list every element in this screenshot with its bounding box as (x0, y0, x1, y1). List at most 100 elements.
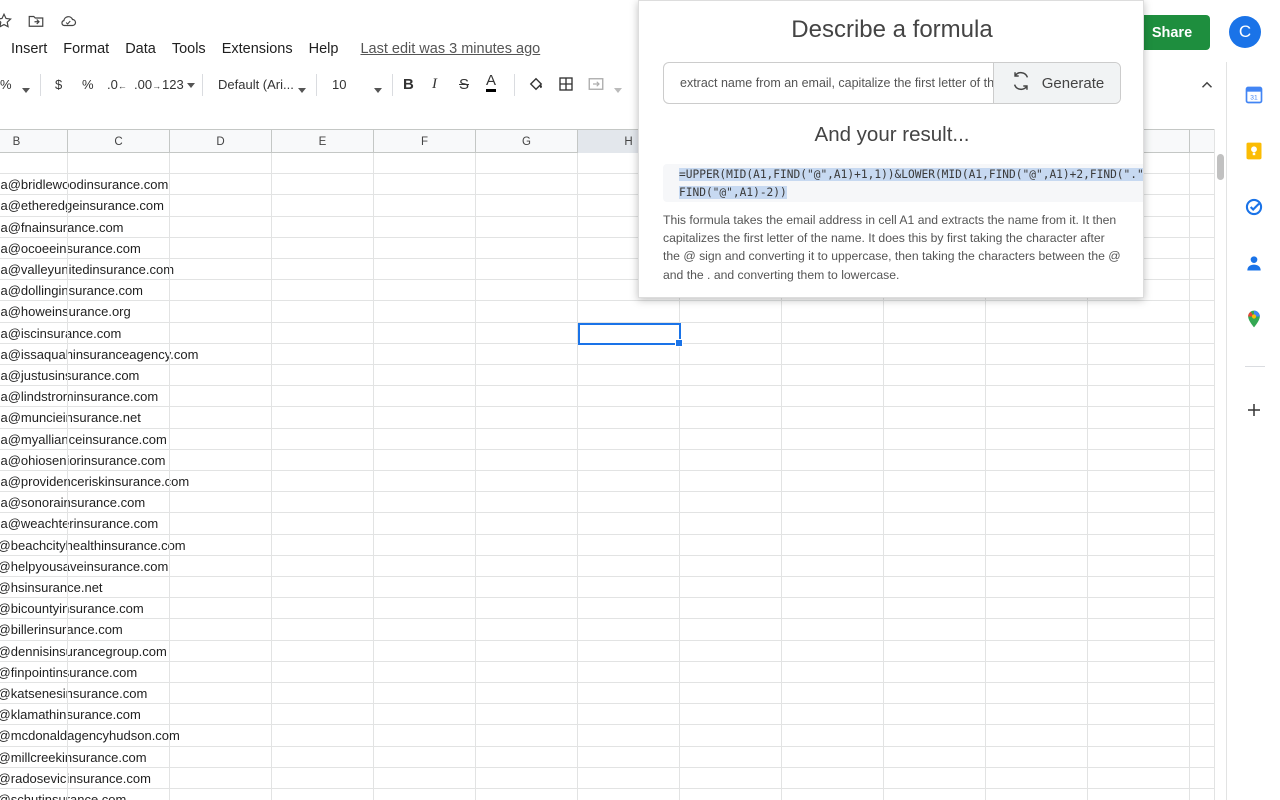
email-cell[interactable]: er@mcdonaldagencyhudson.com (0, 728, 180, 743)
menu-insert[interactable]: Insert (11, 41, 47, 57)
bold-icon[interactable]: B (403, 76, 414, 93)
menu-data[interactable]: Data (125, 41, 156, 57)
table-row[interactable]: er@schutinsurance.com (0, 789, 1214, 800)
table-row[interactable]: er@billerinsurance.com (0, 619, 1214, 641)
email-cell[interactable]: nda@justusinsurance.com (0, 368, 139, 383)
table-row[interactable]: nda@providenceriskinsurance.com (0, 471, 1214, 493)
font-family-dropdown-icon[interactable] (298, 82, 306, 97)
merge-dropdown-icon[interactable] (614, 82, 622, 97)
table-row[interactable]: er@mcdonaldagencyhudson.com (0, 725, 1214, 747)
zoom-dropdown-icon[interactable] (22, 82, 30, 97)
email-cell[interactable]: er@bicountyinsurance.com (0, 601, 144, 616)
email-cell[interactable]: nda@bridlewoodinsurance.com (0, 177, 168, 192)
tasks-icon[interactable] (1243, 196, 1265, 218)
scrollbar-thumb[interactable] (1217, 154, 1224, 180)
table-row[interactable]: nda@issaquahinsuranceagency.com (0, 344, 1214, 365)
email-cell[interactable]: er@hsinsurance.net (0, 580, 103, 595)
table-row[interactable]: nda@justusinsurance.com (0, 365, 1214, 387)
email-cell[interactable]: nda@iscinsurance.com (0, 326, 121, 341)
email-cell[interactable]: nda@etheredgeinsurance.com (0, 198, 164, 213)
email-cell[interactable]: nda@dollinginsurance.com (0, 283, 143, 298)
generate-button[interactable]: Generate (993, 63, 1120, 103)
email-cell[interactable]: er@schutinsurance.com (0, 792, 126, 800)
table-row[interactable]: er@hsinsurance.net (0, 577, 1214, 599)
table-row[interactable]: nda@myallianceinsurance.com (0, 429, 1214, 450)
font-family-select[interactable]: Default (Ari... (218, 77, 294, 92)
borders-icon[interactable] (557, 75, 575, 96)
formula-description-input[interactable] (664, 63, 993, 103)
column-header-c[interactable]: C (68, 130, 170, 153)
email-cell[interactable]: er@katsenesinsurance.com (0, 686, 147, 701)
last-edit-link[interactable]: Last edit was 3 minutes ago (360, 41, 540, 57)
table-row[interactable]: nda@weachterinsurance.com (0, 513, 1214, 535)
email-cell[interactable]: nda@weachterinsurance.com (0, 516, 158, 531)
share-button[interactable]: Share (1134, 15, 1210, 50)
email-cell[interactable]: er@finpointinsurance.com (0, 665, 137, 680)
table-row[interactable]: nda@ohioseniorinsurance.com (0, 450, 1214, 471)
email-cell[interactable]: nda@lindstrominsurance.com (0, 389, 158, 404)
italic-icon[interactable]: I (432, 76, 437, 93)
increase-decimals-button[interactable]: .00→ (134, 77, 161, 92)
table-row[interactable]: er@millcreekinsurance.com (0, 747, 1214, 768)
decrease-decimals-button[interactable]: .0← (107, 77, 127, 92)
collapse-toolbar-icon[interactable] (1198, 76, 1216, 94)
table-row[interactable]: nda@lindstrominsurance.com (0, 386, 1214, 408)
column-header-e[interactable]: E (272, 130, 374, 153)
email-cell[interactable]: er@radosevicinsurance.com (0, 771, 151, 786)
formula-line-2[interactable]: FIND("@",A1)-2)) (679, 185, 787, 199)
email-cell[interactable]: nda@fnainsurance.com (0, 220, 124, 235)
table-row[interactable]: nda@howeinsurance.org (0, 301, 1214, 323)
column-header-b[interactable]: B (0, 130, 68, 153)
table-row[interactable]: er@klamathinsurance.com (0, 704, 1214, 726)
email-cell[interactable]: nda@howeinsurance.org (0, 304, 131, 319)
email-cell[interactable]: er@beachcityhealthinsurance.com (0, 538, 186, 553)
add-icon[interactable] (1243, 399, 1265, 421)
text-color-icon[interactable]: A (486, 73, 497, 92)
font-size-select[interactable]: 10 (332, 77, 346, 92)
email-cell[interactable]: nda@ocoeeinsurance.com (0, 241, 141, 256)
calendar-icon[interactable]: 31 (1243, 84, 1265, 106)
star-icon[interactable] (0, 11, 14, 31)
maps-icon[interactable] (1243, 308, 1265, 330)
strikethrough-icon[interactable]: S (459, 76, 469, 93)
table-row[interactable]: er@beachcityhealthinsurance.com (0, 535, 1214, 556)
zoom-select[interactable]: % (0, 77, 12, 92)
email-cell[interactable]: nda@ohioseniorinsurance.com (0, 453, 165, 468)
menu-format[interactable]: Format (63, 41, 109, 57)
move-to-folder-icon[interactable] (26, 11, 46, 31)
email-cell[interactable]: er@klamathinsurance.com (0, 707, 141, 722)
table-row[interactable]: er@bicountyinsurance.com (0, 598, 1214, 620)
column-header-g[interactable]: G (476, 130, 578, 153)
email-cell[interactable]: nda@valleyunitedinsurance.com (0, 262, 174, 277)
table-row[interactable]: er@dennisinsurancegroup.com (0, 641, 1214, 662)
fill-color-icon[interactable] (527, 75, 545, 96)
email-cell[interactable]: er@billerinsurance.com (0, 622, 123, 637)
table-row[interactable]: er@katsenesinsurance.com (0, 683, 1214, 705)
menu-help[interactable]: Help (309, 41, 339, 57)
table-row[interactable]: nda@muncieinsurance.net (0, 407, 1214, 429)
email-cell[interactable]: nda@providenceriskinsurance.com (0, 474, 189, 489)
table-row[interactable]: er@radosevicinsurance.com (0, 768, 1214, 789)
email-cell[interactable]: er@dennisinsurancegroup.com (0, 644, 167, 659)
merge-cells-icon[interactable] (587, 75, 605, 96)
table-row[interactable]: er@helpyousaveinsurance.com (0, 556, 1214, 577)
selected-cell[interactable] (578, 323, 683, 347)
column-header-f[interactable]: F (374, 130, 476, 153)
keep-icon[interactable] (1243, 140, 1265, 162)
email-cell[interactable]: er@millcreekinsurance.com (0, 750, 147, 765)
formula-result[interactable]: =UPPER(MID(A1,FIND("@",A1)+1,1))&LOWER(M… (663, 164, 1143, 202)
contacts-icon[interactable] (1243, 252, 1265, 274)
email-cell[interactable]: nda@myallianceinsurance.com (0, 432, 167, 447)
vertical-scrollbar[interactable] (1214, 129, 1226, 800)
more-formats-button[interactable]: 123 (162, 77, 196, 92)
cloud-status-icon[interactable] (58, 11, 78, 31)
percent-format-button[interactable]: % (82, 77, 94, 92)
email-cell[interactable]: nda@sonorainsurance.com (0, 495, 145, 510)
column-header-d[interactable]: D (170, 130, 272, 153)
email-cell[interactable]: er@helpyousaveinsurance.com (0, 559, 168, 574)
font-size-dropdown-icon[interactable] (374, 82, 382, 97)
menu-extensions[interactable]: Extensions (222, 41, 293, 57)
table-row[interactable]: nda@sonorainsurance.com (0, 492, 1214, 514)
formula-line-1[interactable]: =UPPER(MID(A1,FIND("@",A1)+1,1))&LOWER(M… (679, 168, 1143, 181)
currency-format-button[interactable]: $ (55, 77, 62, 92)
